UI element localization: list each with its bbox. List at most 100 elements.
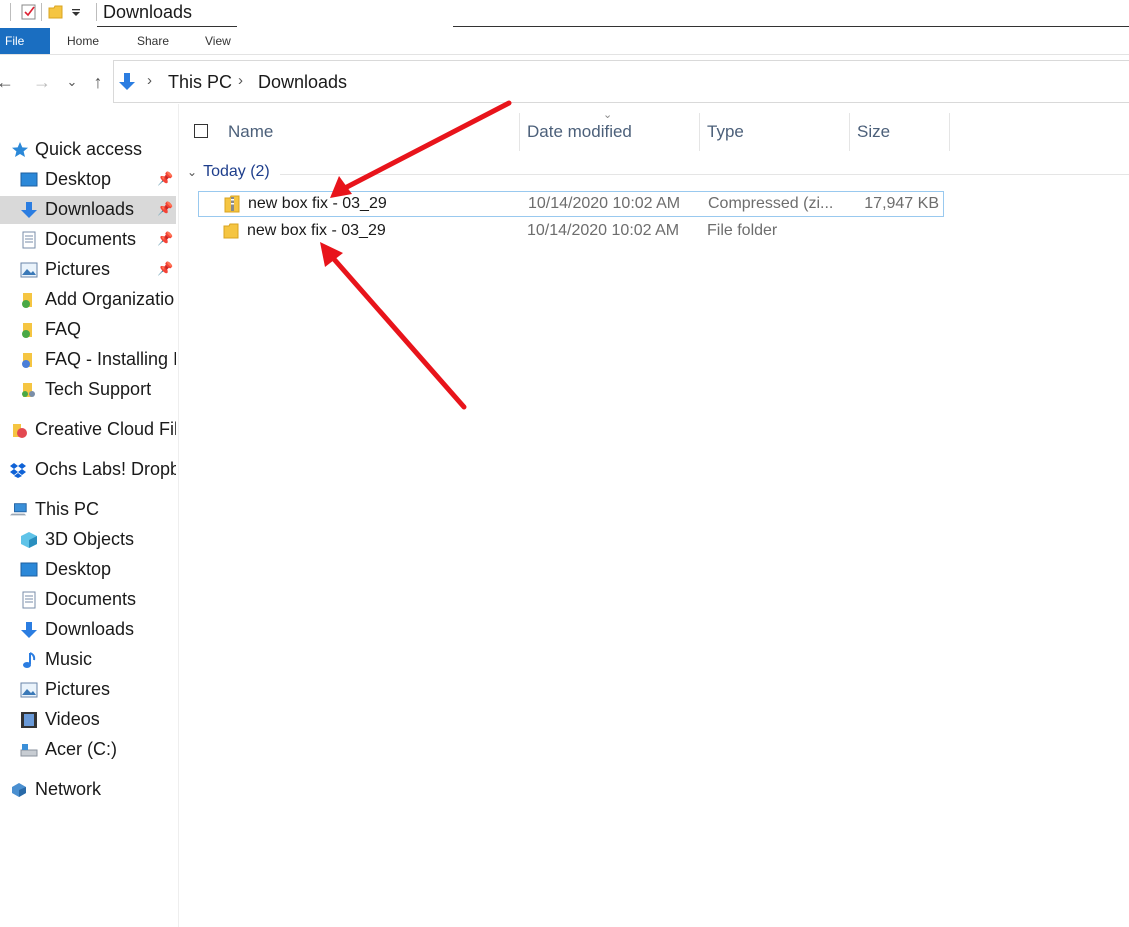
- navigation-bar: ← → ⌄ ↑ › This PC › Downloads: [0, 60, 1129, 104]
- desktop-icon: [20, 562, 38, 577]
- documents-icon: [22, 231, 36, 249]
- sidebar-item-label: Pictures: [45, 679, 111, 699]
- tab-file[interactable]: File: [0, 28, 50, 54]
- sidebar-item-3d-objects[interactable]: 3D Objects: [0, 526, 176, 554]
- sidebar-item-label: Videos: [45, 709, 100, 729]
- tab-view[interactable]: View: [205, 28, 231, 54]
- column-divider[interactable]: [519, 113, 520, 151]
- pin-icon[interactable]: 📌: [157, 201, 173, 217]
- pin-icon[interactable]: 📌: [157, 171, 173, 187]
- group-header-today[interactable]: ⌄ Today (2): [187, 163, 270, 181]
- sidebar-item-desktop-pc[interactable]: Desktop: [0, 556, 176, 584]
- pin-icon[interactable]: 📌: [157, 231, 173, 247]
- sidebar-item-label: Quick access: [35, 139, 143, 159]
- title-underline: [97, 26, 237, 27]
- file-name: new box fix - 03_29: [248, 195, 387, 212]
- recent-locations-chevron-icon[interactable]: ⌄: [64, 70, 80, 94]
- sidebar-item-documents[interactable]: Documents 📌: [0, 226, 176, 254]
- customize-toolbar-icon[interactable]: [70, 3, 82, 21]
- synced-folder-icon: [22, 323, 32, 338]
- sidebar-item-label: FAQ - Installing I: [45, 349, 176, 369]
- navigation-pane: Quick access Desktop 📌 Downloads 📌 Docum…: [0, 104, 179, 927]
- star-icon: [12, 142, 28, 157]
- sidebar-item-pictures-pc[interactable]: Pictures: [0, 676, 176, 704]
- tab-share[interactable]: Share: [137, 28, 169, 54]
- properties-icon[interactable]: [20, 3, 38, 21]
- file-date: 10/14/2020 10:02 AM: [527, 222, 680, 239]
- up-arrow-icon[interactable]: ↑: [89, 70, 107, 94]
- column-divider[interactable]: [849, 113, 850, 151]
- breadcrumb-downloads[interactable]: Downloads: [258, 72, 347, 93]
- sidebar-item-tech-support[interactable]: Tech Support: [0, 376, 176, 404]
- column-divider[interactable]: [949, 113, 950, 151]
- pictures-icon: [20, 682, 38, 698]
- sidebar-item-label: Pictures: [45, 259, 111, 279]
- sidebar-item-label: Add Organizatio: [45, 289, 175, 309]
- arrowhead-icon: [320, 242, 343, 267]
- shared-folder-icon: [22, 383, 35, 397]
- column-header-date-modified[interactable]: Date modified: [527, 122, 632, 154]
- select-all-checkbox[interactable]: [194, 124, 208, 138]
- videos-icon: [21, 712, 37, 728]
- group-label: Today (2): [203, 163, 270, 180]
- back-arrow-icon[interactable]: ←: [0, 70, 14, 94]
- ribbon: File Home Share View: [0, 28, 1129, 55]
- collapse-chevron-icon[interactable]: ⌄: [187, 165, 197, 179]
- 3d-objects-icon: [21, 532, 37, 548]
- folder-icon: [223, 223, 239, 239]
- sidebar-item-label: FAQ: [45, 319, 82, 339]
- sidebar-item-faq[interactable]: FAQ: [0, 316, 176, 344]
- documents-icon: [22, 591, 36, 609]
- file-name: new box fix - 03_29: [247, 222, 386, 239]
- sidebar-item-network[interactable]: Network: [0, 776, 176, 804]
- desktop-icon: [20, 172, 38, 187]
- group-divider: [280, 174, 1129, 175]
- title-separator: [10, 3, 11, 21]
- sidebar-item-quick-access[interactable]: Quick access: [0, 136, 176, 164]
- sidebar-item-label: Desktop: [45, 559, 112, 579]
- sidebar-item-desktop[interactable]: Desktop 📌: [0, 166, 176, 194]
- title-bar: Downloads: [0, 0, 1129, 27]
- sidebar-item-label: Ochs Labs! Dropb: [35, 459, 176, 479]
- sidebar-item-this-pc[interactable]: This PC: [0, 496, 176, 524]
- sidebar-item-downloads[interactable]: Downloads 📌: [0, 196, 176, 224]
- breadcrumb-chevron-icon[interactable]: ›: [147, 72, 152, 89]
- network-icon: [12, 783, 26, 797]
- column-header-type[interactable]: Type: [707, 122, 744, 154]
- breadcrumb-chevron-icon[interactable]: ›: [238, 72, 243, 89]
- sidebar-item-downloads-pc[interactable]: Downloads: [0, 616, 176, 644]
- tab-home[interactable]: Home: [67, 28, 99, 54]
- sidebar-item-videos[interactable]: Videos: [0, 706, 176, 734]
- title-separator: [41, 3, 42, 21]
- pin-icon[interactable]: 📌: [157, 261, 173, 277]
- address-bar[interactable]: › This PC › Downloads: [113, 60, 1129, 103]
- sidebar-item-label: Creative Cloud File: [35, 419, 176, 439]
- download-arrow-icon: [21, 202, 37, 218]
- sidebar-item-drive-c[interactable]: Acer (C:): [0, 736, 176, 764]
- sidebar-item-add-organization[interactable]: Add Organizatio: [0, 286, 176, 314]
- sidebar-item-label: Tech Support: [45, 379, 152, 399]
- new-folder-icon[interactable]: [47, 3, 65, 21]
- sidebar-item-documents-pc[interactable]: Documents: [0, 586, 176, 614]
- sidebar-item-dropbox[interactable]: Ochs Labs! Dropb: [0, 456, 176, 484]
- forward-arrow-icon[interactable]: →: [33, 70, 51, 94]
- file-row[interactable]: new box fix - 03_29 10/14/2020 10:02 AM …: [198, 219, 944, 245]
- zip-folder-icon: [224, 195, 240, 213]
- file-row[interactable]: new box fix - 03_29 10/14/2020 10:02 AM …: [198, 191, 944, 217]
- synced-folder-icon: [22, 293, 32, 308]
- column-divider[interactable]: [699, 113, 700, 151]
- download-arrow-icon: [119, 73, 135, 90]
- column-header-size[interactable]: Size: [857, 122, 890, 154]
- pictures-icon: [20, 262, 38, 278]
- column-header-name[interactable]: Name: [228, 122, 273, 154]
- sidebar-item-music[interactable]: Music: [0, 646, 176, 674]
- sidebar-item-label: Downloads: [45, 619, 135, 639]
- sidebar-item-label: Acer (C:): [45, 739, 117, 759]
- creative-cloud-icon: [13, 424, 27, 438]
- sidebar-item-faq-installing[interactable]: FAQ - Installing I: [0, 346, 176, 374]
- sidebar-item-pictures[interactable]: Pictures 📌: [0, 256, 176, 284]
- annotation-arrow: [342, 100, 512, 191]
- breadcrumb-this-pc[interactable]: This PC: [168, 72, 232, 93]
- sidebar-item-creative-cloud[interactable]: Creative Cloud File: [0, 416, 176, 444]
- sidebar-item-label: This PC: [35, 499, 100, 519]
